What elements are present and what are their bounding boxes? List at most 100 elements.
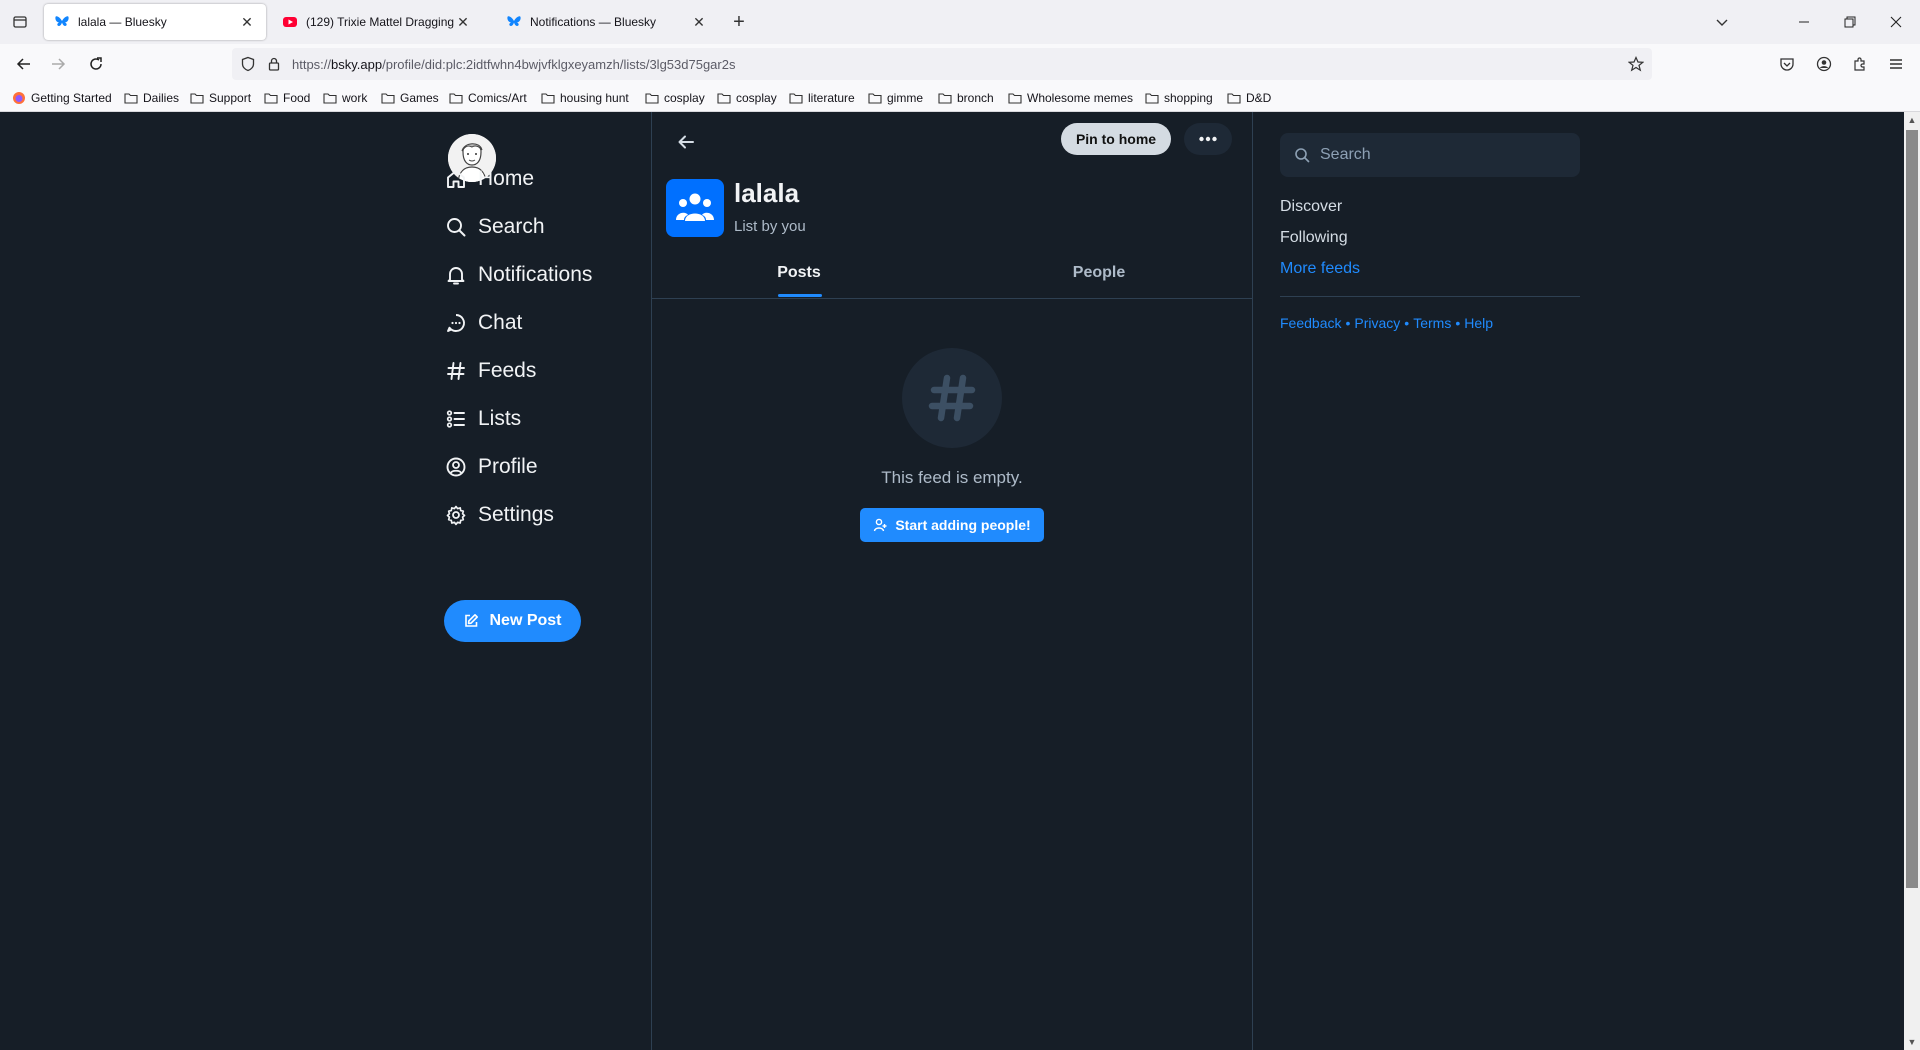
close-tab-icon[interactable]: ✕ <box>690 13 708 31</box>
column-divider-left <box>651 112 652 1050</box>
sidebar-item-home[interactable]: Home <box>444 164 534 194</box>
address-bar[interactable]: https://bsky.app/profile/did:plc:2idtfwh… <box>232 48 1652 80</box>
more-options-button[interactable] <box>1184 123 1232 155</box>
tab-list-button[interactable] <box>6 8 34 36</box>
ellipsis-icon <box>1199 136 1217 142</box>
terms-link[interactable]: Terms <box>1413 315 1451 331</box>
arrow-right-icon <box>52 58 66 70</box>
tab-title: lalala — Bluesky <box>78 15 167 29</box>
bookmark-folder-dnd[interactable]: D&D <box>1227 89 1271 107</box>
scrollbar-thumb[interactable] <box>1906 130 1918 888</box>
pin-to-home-button[interactable]: Pin to home <box>1061 123 1171 155</box>
close-window-icon[interactable] <box>1882 8 1910 36</box>
extensions-icon[interactable] <box>1846 50 1874 78</box>
bookmark-folder-support[interactable]: Support <box>190 89 251 107</box>
hamburger-menu-icon[interactable] <box>1882 50 1910 78</box>
minimize-window-icon[interactable] <box>1790 8 1818 36</box>
bookmark-folder-literature[interactable]: literature <box>789 89 855 107</box>
sidebar-item-profile[interactable]: Profile <box>444 452 538 482</box>
bookmark-getting-started[interactable]: Getting Started <box>12 89 112 107</box>
scroll-down-arrow-icon[interactable]: ▼ <box>1904 1034 1920 1050</box>
browser-tab-bar: lalala — Bluesky ✕ (129) Trixie Mattel D… <box>0 0 1920 44</box>
bookmark-folder-wholesome-memes[interactable]: Wholesome memes <box>1008 89 1133 107</box>
help-link[interactable]: Help <box>1464 315 1493 331</box>
close-tab-icon[interactable]: ✕ <box>454 13 472 31</box>
bookmark-folder-comics-art[interactable]: Comics/Art <box>449 89 527 107</box>
folder-icon <box>717 93 731 104</box>
sidebar-item-feeds[interactable]: Feeds <box>444 356 536 386</box>
more-feeds-link[interactable]: More feeds <box>1280 260 1360 278</box>
sidebar-item-settings[interactable]: Settings <box>444 500 554 530</box>
bookmark-label: Food <box>283 91 311 105</box>
close-tab-icon[interactable]: ✕ <box>238 13 256 31</box>
sidebar-item-lists[interactable]: Lists <box>444 404 521 434</box>
restore-window-icon[interactable] <box>1836 8 1864 36</box>
tab-title: (129) Trixie Mattel Dragging EVE <box>306 15 454 29</box>
users-group-icon <box>676 193 714 221</box>
lock-icon[interactable] <box>266 56 282 72</box>
sidebar-item-search[interactable]: Search <box>444 212 545 242</box>
sidebar-item-notifications[interactable]: Notifications <box>444 260 592 290</box>
tab-posts[interactable]: Posts <box>752 264 846 292</box>
tab-list-icon <box>13 16 27 28</box>
list-all-tabs-chevron-icon[interactable] <box>1708 8 1736 36</box>
back-button[interactable] <box>670 126 702 158</box>
privacy-link[interactable]: Privacy <box>1354 315 1400 331</box>
footer-separator: • <box>1455 315 1461 331</box>
tab-people[interactable]: People <box>1051 264 1147 292</box>
folder-icon <box>190 93 204 104</box>
new-post-button[interactable]: New Post <box>444 600 581 642</box>
search-icon <box>444 215 468 239</box>
bookmark-star-icon[interactable] <box>1628 56 1644 72</box>
search-icon <box>1294 147 1310 163</box>
bookmark-folder-cosplay[interactable]: cosplay <box>645 89 705 107</box>
active-tab-indicator <box>778 294 822 297</box>
bookmark-folder-work[interactable]: work <box>323 89 367 107</box>
sidebar-item-label: Chat <box>478 311 523 334</box>
bookmark-folder-games[interactable]: Games <box>381 89 439 107</box>
feed-link-discover[interactable]: Discover <box>1280 198 1342 216</box>
pocket-icon[interactable] <box>1773 50 1801 78</box>
shield-icon[interactable] <box>240 56 256 72</box>
tab-lalala-bluesky[interactable]: lalala — Bluesky ✕ <box>44 4 266 40</box>
start-adding-people-button[interactable]: Start adding people! <box>860 508 1044 542</box>
arrow-left-icon <box>16 58 30 70</box>
tab-notifications-bluesky[interactable]: Notifications — Bluesky ✕ <box>496 4 718 40</box>
new-tab-plus-icon[interactable]: + <box>728 11 750 33</box>
sidebar-item-label: Lists <box>478 407 522 430</box>
bookmark-folder-cosplay-2[interactable]: cosplay <box>717 89 777 107</box>
search-box[interactable] <box>1280 133 1580 177</box>
folder-icon <box>541 93 555 104</box>
right-column-divider <box>1280 296 1580 297</box>
bookmark-folder-housing-hunt[interactable]: housing hunt <box>541 89 629 107</box>
reload-button[interactable] <box>82 50 110 78</box>
search-input[interactable] <box>1320 143 1560 167</box>
back-nav-button[interactable] <box>10 50 38 78</box>
feedback-link[interactable]: Feedback <box>1280 315 1341 331</box>
sidebar-item-label: Search <box>478 215 545 238</box>
youtube-icon <box>282 14 298 30</box>
bookmark-folder-shopping[interactable]: shopping <box>1145 89 1213 107</box>
scroll-up-arrow-icon[interactable]: ▲ <box>1904 112 1920 128</box>
folder-icon <box>789 93 803 104</box>
bookmark-label: bronch <box>957 91 994 105</box>
bookmark-folder-food[interactable]: Food <box>264 89 310 107</box>
folder-icon <box>1008 93 1022 104</box>
bookmark-label: Getting Started <box>31 91 112 105</box>
sidebar-item-chat[interactable]: Chat <box>444 308 522 338</box>
new-post-label: New Post <box>489 612 562 629</box>
bookmark-folder-gimme[interactable]: gimme <box>868 89 923 107</box>
list-icon <box>444 407 468 431</box>
folder-icon <box>938 93 952 104</box>
bookmark-folder-bronch[interactable]: bronch <box>938 89 994 107</box>
bookmark-folder-dailies[interactable]: Dailies <box>124 89 179 107</box>
bluesky-page: Home Search Notifications Chat Feeds Lis… <box>0 112 1920 1050</box>
tab-youtube[interactable]: (129) Trixie Mattel Dragging EVE ✕ <box>272 4 482 40</box>
bookmark-label: Games <box>400 91 439 105</box>
forward-nav-button[interactable] <box>44 50 72 78</box>
reload-icon <box>90 57 102 70</box>
folder-icon <box>264 93 278 104</box>
feed-link-following[interactable]: Following <box>1280 229 1348 247</box>
account-icon[interactable] <box>1810 50 1838 78</box>
list-name: lalala <box>734 178 800 208</box>
